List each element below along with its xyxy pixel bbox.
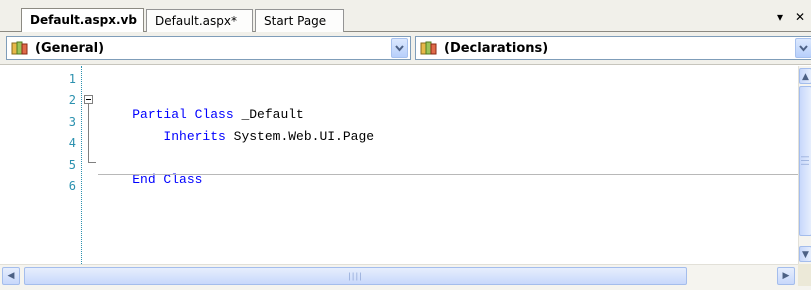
scroll-right-icon[interactable]: ▶ <box>777 267 795 285</box>
keyword-token: Inherits <box>132 129 226 144</box>
chevron-down-icon[interactable] <box>391 38 408 58</box>
gutter-separator <box>81 66 82 264</box>
scroll-up-icon[interactable]: ▲ <box>799 68 811 84</box>
class-name-dropdown[interactable]: (General) <box>6 36 411 60</box>
tab-label: Default.aspx* <box>155 14 237 28</box>
line-number: 3 <box>68 115 76 129</box>
tab-default-aspx-vb[interactable]: Default.aspx.vb <box>21 8 144 32</box>
chevron-down-icon[interactable] <box>795 38 811 58</box>
window-list-dropdown-icon[interactable]: ▾ <box>777 10 783 24</box>
outline-guide-end <box>88 162 96 163</box>
line-number-gutter: 1 2 3 4 5 6 <box>0 66 80 264</box>
tab-default-aspx[interactable]: Default.aspx* <box>146 9 253 32</box>
code-editor[interactable]: 1 2 3 4 5 6 Partial Class _Default Inher… <box>0 66 798 264</box>
vertical-scrollbar[interactable]: ▲ ||| ▼ <box>798 66 811 264</box>
scroll-down-icon[interactable]: ▼ <box>799 246 811 262</box>
class-name-value: (General) <box>35 41 105 56</box>
close-document-icon[interactable]: ✕ <box>795 10 805 24</box>
method-name-dropdown[interactable]: (Declarations) <box>415 36 811 60</box>
tab-label: Default.aspx.vb <box>30 13 137 27</box>
bottom-border <box>0 286 811 290</box>
code-line: Inherits System.Web.UI.Page <box>101 114 374 159</box>
scroll-left-icon[interactable]: ◀ <box>2 267 20 285</box>
tab-start-page[interactable]: Start Page <box>255 9 344 32</box>
class-icon <box>11 40 31 60</box>
procedure-separator <box>98 174 798 175</box>
horizontal-scrollbar[interactable]: ◀ |||| ▶ <box>0 264 811 286</box>
line-number: 1 <box>68 72 76 86</box>
vertical-scroll-thumb[interactable]: ||| <box>799 86 811 236</box>
tab-label: Start Page <box>264 14 327 28</box>
line-number: 6 <box>68 179 76 193</box>
code-line: End Class <box>101 157 202 202</box>
identifier-token: System.Web.UI.Page <box>225 129 375 144</box>
line-number: 2 <box>68 93 76 107</box>
line-number: 5 <box>68 158 76 172</box>
collapse-outline-icon[interactable] <box>84 95 93 104</box>
method-name-value: (Declarations) <box>444 41 549 56</box>
outline-guide <box>88 104 89 162</box>
line-number: 4 <box>68 136 76 150</box>
declarations-icon <box>420 40 440 60</box>
horizontal-scroll-thumb[interactable]: |||| <box>24 267 687 285</box>
scrollbar-corner <box>798 264 811 286</box>
